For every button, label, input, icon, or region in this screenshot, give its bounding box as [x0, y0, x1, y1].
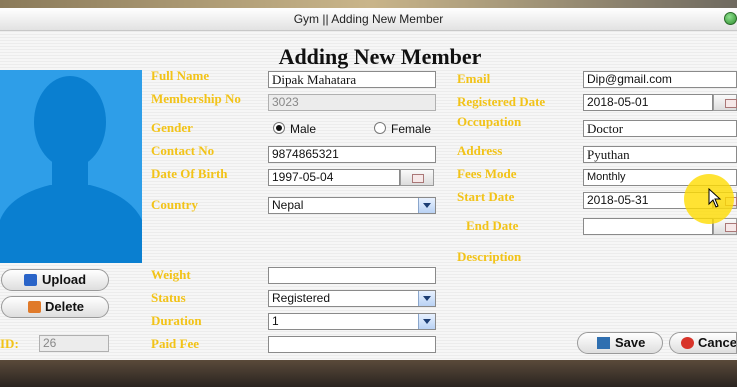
- cancel-label: Cancel: [698, 335, 737, 350]
- person-silhouette-icon: [0, 76, 142, 263]
- gender-male-label: Male: [290, 122, 317, 136]
- end-date-input[interactable]: [583, 218, 713, 235]
- country-select[interactable]: Nepal: [268, 197, 436, 214]
- status-value: Registered: [272, 291, 331, 305]
- save-icon: [597, 337, 610, 349]
- country-value: Nepal: [272, 198, 304, 212]
- date-of-birth-label: Date Of Birth: [151, 166, 228, 181]
- date-of-birth-calendar-button[interactable]: [400, 169, 434, 186]
- occupation-input[interactable]: Doctor: [583, 120, 737, 137]
- paid-fee-input[interactable]: [268, 336, 436, 353]
- date-of-birth-input[interactable]: 1997-05-04: [268, 169, 400, 186]
- member-photo: [0, 70, 142, 263]
- delete-button[interactable]: Delete: [1, 296, 109, 318]
- save-label: Save: [615, 335, 646, 350]
- duration-select[interactable]: 1: [268, 313, 436, 330]
- chevron-down-icon[interactable]: [418, 198, 435, 213]
- upload-label: Upload: [42, 272, 87, 287]
- status-select[interactable]: Registered: [268, 290, 436, 307]
- email-label: Email: [457, 71, 491, 86]
- end-date-label: End Date: [466, 218, 519, 233]
- chevron-down-icon[interactable]: [418, 314, 435, 329]
- full-name-label: Full Name: [151, 68, 210, 83]
- mouse-pointer-icon: [708, 188, 722, 208]
- add-member-window: Gym || Adding New Member Adding New Memb…: [0, 8, 737, 360]
- chevron-down-icon[interactable]: [418, 291, 435, 306]
- membership-no-input: 3023: [268, 94, 436, 111]
- id-label: ID:: [0, 336, 19, 351]
- weight-input[interactable]: [268, 267, 436, 284]
- duration-label: Duration: [151, 313, 202, 328]
- close-button[interactable]: [724, 12, 737, 25]
- occupation-label: Occupation: [457, 114, 522, 129]
- weight-label: Weight: [151, 267, 191, 282]
- membership-no-label: Membership No: [151, 91, 241, 106]
- upload-button[interactable]: Upload: [1, 269, 109, 291]
- contact-no-label: Contact No: [151, 143, 215, 158]
- gender-female-radio[interactable]: [374, 122, 386, 134]
- page-title: Adding New Member: [278, 44, 482, 69]
- gender-female-label: Female: [391, 122, 432, 136]
- duration-value: 1: [272, 314, 279, 328]
- description-area[interactable]: [583, 244, 737, 324]
- fees-mode-label: Fees Mode: [457, 166, 517, 181]
- folder-icon: [24, 274, 37, 286]
- registered-date-calendar-button[interactable]: [713, 94, 737, 111]
- delete-label: Delete: [45, 299, 85, 314]
- background-strip-top: [0, 0, 737, 8]
- status-label: Status: [151, 290, 186, 305]
- registered-date-input[interactable]: 2018-05-01: [583, 94, 713, 111]
- gender-male-radio[interactable]: [273, 122, 285, 134]
- window-title: Gym || Adding New Member: [293, 12, 444, 26]
- title-bar: Gym || Adding New Member: [0, 8, 737, 31]
- contact-no-input[interactable]: 9874865321: [268, 146, 436, 163]
- full-name-input[interactable]: Dipak Mahatara: [268, 71, 436, 88]
- registered-date-label: Registered Date: [457, 94, 546, 109]
- background-strip-bottom: [0, 360, 737, 387]
- email-input[interactable]: Dip@gmail.com: [583, 71, 737, 88]
- id-field: 26: [39, 335, 109, 352]
- paid-fee-label: Paid Fee: [151, 336, 200, 351]
- description-label: Description: [457, 249, 522, 264]
- save-button[interactable]: Save: [577, 332, 663, 354]
- cancel-icon: [681, 337, 694, 349]
- start-date-label: Start Date: [457, 189, 515, 204]
- country-label: Country: [151, 197, 198, 212]
- address-label: Address: [457, 143, 503, 158]
- gender-label: Gender: [151, 120, 193, 135]
- cancel-button[interactable]: Cancel: [669, 332, 737, 354]
- address-input[interactable]: Pyuthan: [583, 146, 737, 163]
- fees-mode-value: Monthly: [587, 171, 626, 183]
- trash-icon: [28, 301, 41, 313]
